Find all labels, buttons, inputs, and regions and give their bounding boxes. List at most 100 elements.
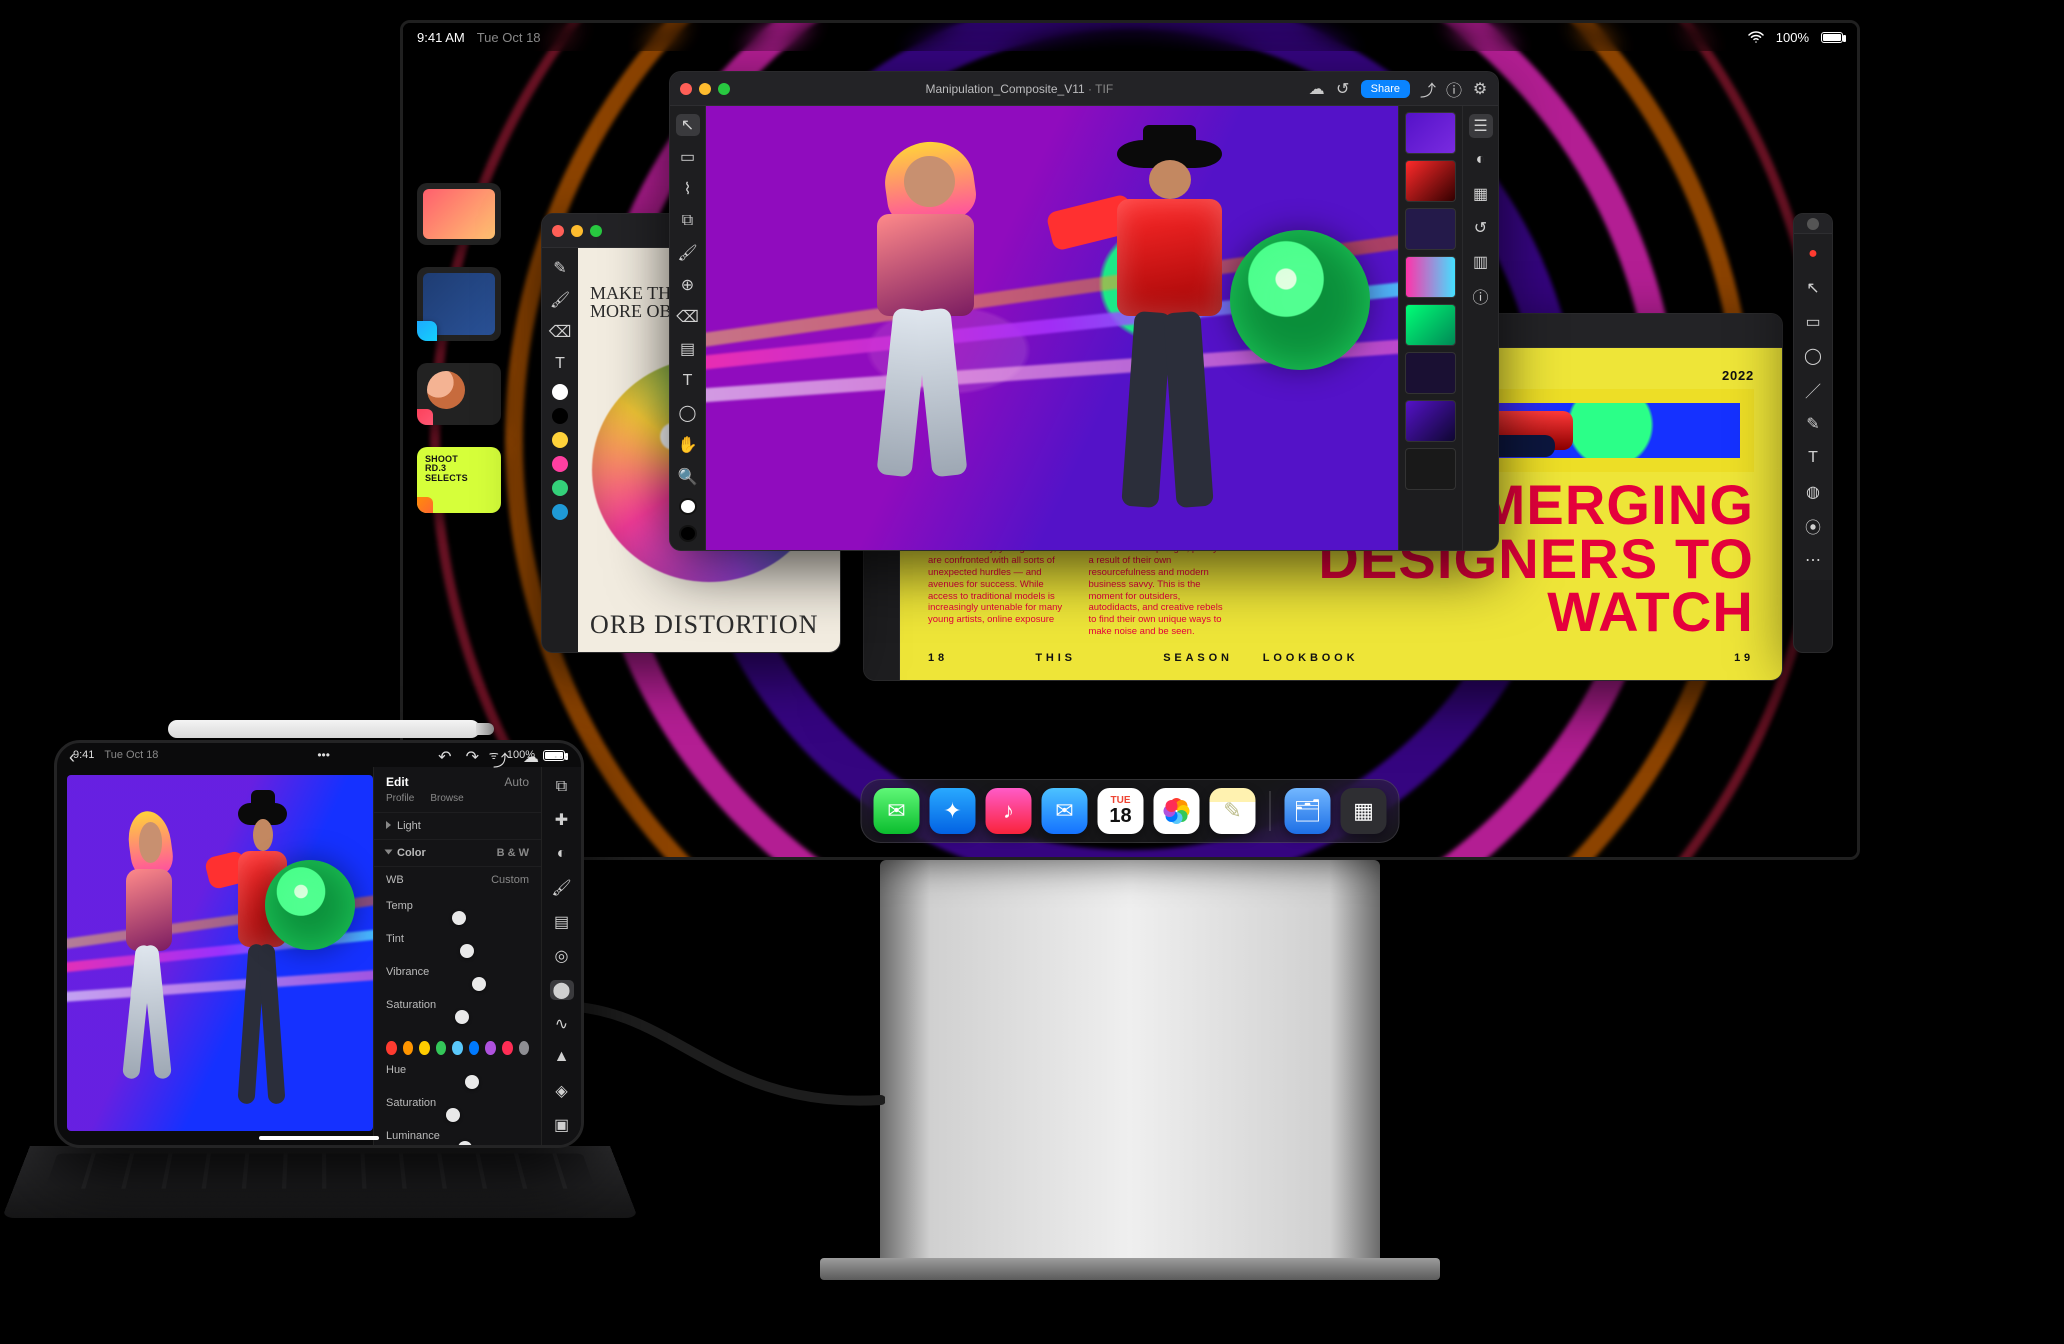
export-icon[interactable]: ⤴ bbox=[1420, 81, 1436, 97]
color-panel-icon[interactable]: ⬤ bbox=[550, 980, 574, 1000]
layer-thumb[interactable] bbox=[1405, 112, 1456, 154]
swatch-pink[interactable] bbox=[552, 456, 568, 472]
back-button[interactable]: ‹ bbox=[69, 747, 75, 768]
layer-thumb[interactable] bbox=[1405, 448, 1456, 490]
foreground-color[interactable] bbox=[679, 498, 697, 515]
home-indicator[interactable] bbox=[259, 1136, 379, 1140]
more-icon[interactable]: ⋯ bbox=[553, 747, 569, 771]
eyedrop-icon[interactable]: ⦿ bbox=[1801, 514, 1825, 538]
row-light[interactable]: Light bbox=[397, 820, 421, 832]
stage-tile-music[interactable] bbox=[417, 363, 501, 425]
photo-editor-window[interactable]: Manipulation_Composite_V11 · TIF ☁ ↺ Sha… bbox=[669, 71, 1499, 551]
dock-app-notes[interactable]: ✎ bbox=[1210, 788, 1256, 834]
radial-grad-icon[interactable]: ◎ bbox=[550, 946, 574, 966]
tab-edit[interactable]: Edit bbox=[386, 775, 409, 789]
subtab-browse[interactable]: Browse bbox=[430, 793, 463, 804]
swatches-tab-icon[interactable]: ▥ bbox=[1469, 250, 1493, 274]
brush-icon[interactable]: 🖌 bbox=[550, 878, 574, 898]
detail-icon[interactable]: ▲ bbox=[550, 1048, 574, 1067]
more-icon[interactable]: ⋯ bbox=[1801, 548, 1825, 572]
background-color[interactable] bbox=[679, 525, 697, 542]
line-icon[interactable]: ／ bbox=[1801, 378, 1825, 402]
dock-app-messages[interactable]: ✉ bbox=[874, 788, 920, 834]
pointer-icon[interactable]: ↖ bbox=[1801, 276, 1825, 300]
zoom-tool-icon[interactable]: 🔍 bbox=[676, 466, 700, 488]
brush-tool-icon[interactable]: 🖌 bbox=[676, 242, 700, 264]
history-tab-icon[interactable]: ↺ bbox=[1469, 216, 1493, 240]
dock-app-files[interactable]: 🗂 bbox=[1285, 788, 1331, 834]
dock-app-mail[interactable]: ✉ bbox=[1042, 788, 1088, 834]
channels-tab-icon[interactable]: ▦ bbox=[1469, 182, 1493, 206]
window-titlebar[interactable]: Manipulation_Composite_V11 · TIF ☁ ↺ Sha… bbox=[670, 72, 1498, 106]
geometry-icon[interactable]: ▣ bbox=[550, 1115, 574, 1135]
row-color[interactable]: Color bbox=[397, 847, 426, 859]
floating-toolstrip[interactable]: ● ↖ ▭ ◯ ／ ✎ T ◍ ⦿ ⋯ bbox=[1793, 213, 1833, 653]
ipad-canvas[interactable] bbox=[67, 775, 373, 1131]
dock-app-calendar[interactable]: TUE 18 bbox=[1098, 788, 1144, 834]
swatch-blue[interactable] bbox=[552, 504, 568, 520]
text-icon[interactable]: T bbox=[1801, 446, 1825, 470]
eraser-tool-icon[interactable]: ⌫ bbox=[548, 320, 572, 344]
ellipse-icon[interactable]: ◯ bbox=[1801, 344, 1825, 368]
stage-tile-keynote[interactable]: SHOOT RD.3 SELECTS bbox=[417, 447, 501, 513]
layer-thumb[interactable] bbox=[1405, 352, 1456, 394]
brush-tool-icon[interactable]: 🖌 bbox=[548, 288, 572, 312]
crop-icon[interactable]: ⧉ bbox=[550, 777, 574, 796]
swatch-black[interactable] bbox=[552, 408, 568, 424]
swatch-white[interactable] bbox=[552, 384, 568, 400]
heal-icon[interactable]: ✚ bbox=[550, 810, 574, 830]
layer-thumb[interactable] bbox=[1405, 256, 1456, 298]
undo-icon[interactable]: ↶ bbox=[438, 747, 451, 771]
dock-app-music[interactable]: ♪ bbox=[986, 788, 1032, 834]
swatch-yellow[interactable] bbox=[552, 432, 568, 448]
layers-tab-icon[interactable]: ☰ bbox=[1469, 114, 1493, 138]
rect-icon[interactable]: ▭ bbox=[1801, 310, 1825, 334]
dock-app-safari[interactable]: ✦ bbox=[930, 788, 976, 834]
info-tab-icon[interactable]: ⓘ bbox=[1469, 284, 1493, 308]
subtab-profile[interactable]: Profile bbox=[386, 793, 414, 804]
dock-app-launchpad[interactable]: ▦ bbox=[1341, 788, 1387, 834]
fill-icon[interactable]: ◍ bbox=[1801, 480, 1825, 504]
layer-thumb[interactable] bbox=[1405, 160, 1456, 202]
eraser-tool-icon[interactable]: ⌫ bbox=[676, 306, 700, 328]
layer-thumb[interactable] bbox=[1405, 208, 1456, 250]
crop-tool-icon[interactable]: ⧉ bbox=[676, 210, 700, 232]
redo-icon[interactable]: ↷ bbox=[466, 747, 479, 771]
adjust-tab-icon[interactable]: ◐ bbox=[1469, 148, 1493, 172]
color-mix-swatches[interactable] bbox=[374, 1037, 541, 1057]
linear-grad-icon[interactable]: ▤ bbox=[550, 912, 574, 932]
optics-icon[interactable]: ◈ bbox=[550, 1081, 574, 1101]
clone-tool-icon[interactable]: ⊕ bbox=[676, 274, 700, 296]
swatch-green[interactable] bbox=[552, 480, 568, 496]
cloud-icon[interactable]: ☁ bbox=[523, 747, 539, 771]
lasso-tool-icon[interactable]: ⌇ bbox=[676, 178, 700, 200]
wb-value[interactable]: Custom bbox=[491, 874, 529, 886]
multitask-dots-icon[interactable]: ••• bbox=[317, 748, 330, 762]
editor-canvas[interactable] bbox=[706, 106, 1398, 550]
history-icon[interactable]: ↺ bbox=[1335, 81, 1351, 97]
stage-tile-photos[interactable] bbox=[417, 183, 501, 245]
gradient-tool-icon[interactable]: ▤ bbox=[676, 338, 700, 360]
mask-icon[interactable]: ◐ bbox=[550, 844, 574, 863]
hand-tool-icon[interactable]: ✋ bbox=[676, 434, 700, 456]
curve-icon[interactable]: ∿ bbox=[550, 1014, 574, 1034]
layer-thumb[interactable] bbox=[1405, 400, 1456, 442]
layers-panel[interactable] bbox=[1398, 106, 1462, 550]
marquee-tool-icon[interactable]: ▭ bbox=[676, 146, 700, 168]
text-tool-icon[interactable]: T bbox=[548, 352, 572, 376]
cloud-sync-icon[interactable]: ☁ bbox=[1309, 81, 1325, 97]
wifi-icon[interactable] bbox=[1748, 31, 1764, 43]
pencil-tool-icon[interactable]: ✎ bbox=[548, 256, 572, 280]
dock-app-photos[interactable] bbox=[1154, 788, 1200, 834]
move-tool-icon[interactable]: ↖ bbox=[676, 114, 700, 136]
info-icon[interactable]: ⓘ bbox=[1446, 81, 1462, 97]
shape-tool-icon[interactable]: ◯ bbox=[676, 402, 700, 424]
tab-auto[interactable]: Auto bbox=[504, 775, 529, 789]
layer-thumb[interactable] bbox=[1405, 304, 1456, 346]
settings-icon[interactable]: ⚙ bbox=[1472, 81, 1488, 97]
type-tool-icon[interactable]: T bbox=[676, 370, 700, 392]
share-icon[interactable]: ⤴ bbox=[493, 747, 509, 771]
record-icon[interactable]: ● bbox=[1801, 242, 1825, 266]
stage-tile-appstore[interactable] bbox=[417, 267, 501, 341]
pen-icon[interactable]: ✎ bbox=[1801, 412, 1825, 436]
